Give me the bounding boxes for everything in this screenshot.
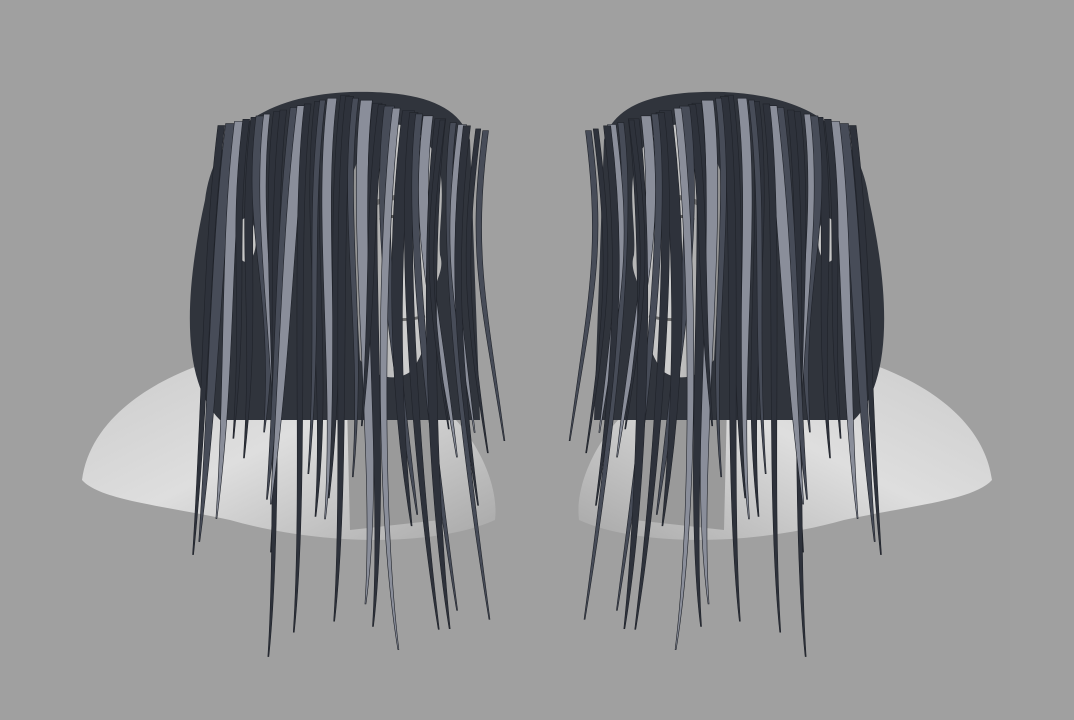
bust-left (82, 92, 505, 657)
bust-right (569, 92, 992, 657)
render-viewport (0, 0, 1074, 720)
